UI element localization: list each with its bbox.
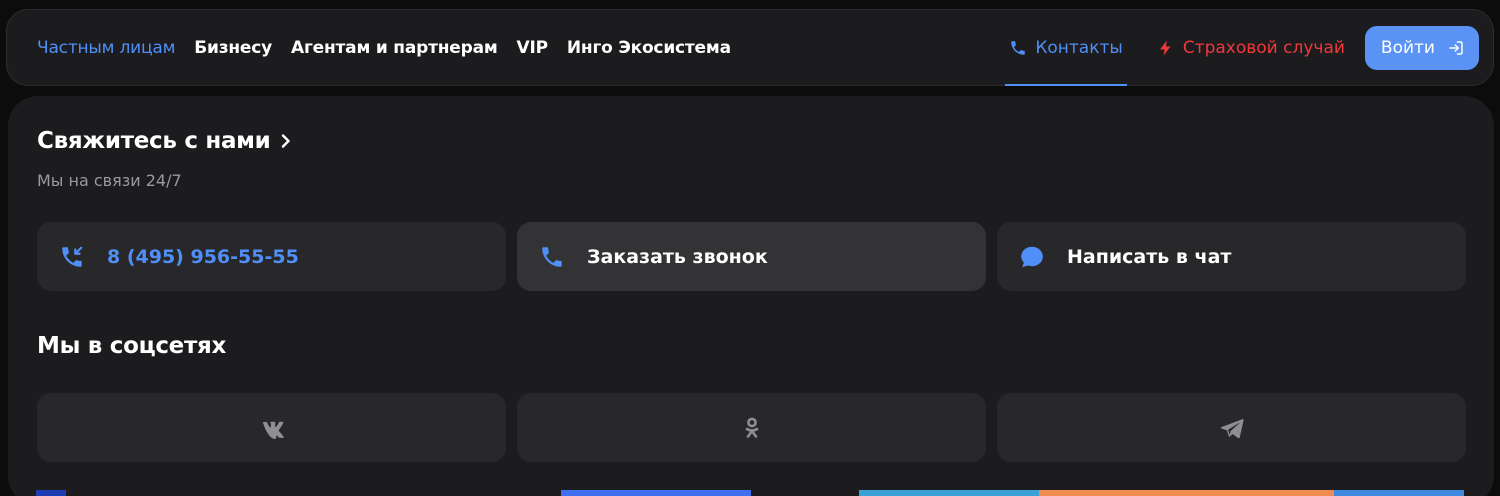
request-callback-label: Заказать звонок xyxy=(587,245,768,268)
login-arrow-icon xyxy=(1449,40,1463,55)
incoming-call-icon xyxy=(62,246,83,267)
insurance-claim-link[interactable]: Страховой случай xyxy=(1153,10,1349,85)
page: Частным лицам Бизнесу Агентам и партнера… xyxy=(0,0,1500,496)
insurance-claim-label: Страховой случай xyxy=(1182,37,1345,58)
login-label: Войти xyxy=(1380,37,1435,58)
contact-options: 8 (495) 956-55-55 Заказать звонок Написа… xyxy=(37,222,1466,291)
contacts-link[interactable]: Контакты xyxy=(1005,10,1127,86)
availability-subtitle: Мы на связи 24/7 xyxy=(37,171,182,190)
nav-link-vip[interactable]: VIP xyxy=(517,38,549,58)
nav-link-individuals[interactable]: Частным лицам xyxy=(37,38,175,58)
lightning-icon xyxy=(1159,40,1171,55)
active-tab-indicator xyxy=(1005,84,1127,86)
write-to-chat-button[interactable]: Написать в чат xyxy=(997,222,1466,291)
contacts-panel: Свяжитесь с нами Мы на связи 24/7 8 (495… xyxy=(8,96,1494,496)
odnoklassniki-link[interactable] xyxy=(517,393,986,462)
hotline-phone-card[interactable]: 8 (495) 956-55-55 xyxy=(37,222,506,291)
vk-link[interactable] xyxy=(37,393,506,462)
contact-us-title: Свяжитесь с нами xyxy=(37,128,271,154)
contacts-label: Контакты xyxy=(1035,37,1123,58)
hotline-phone-number: 8 (495) 956-55-55 xyxy=(107,245,299,268)
top-navigation: Частным лицам Бизнесу Агентам и партнера… xyxy=(6,9,1494,86)
promo-banners-edge xyxy=(36,490,1466,496)
login-button[interactable]: Войти xyxy=(1364,25,1479,70)
contact-us-heading[interactable]: Свяжитесь с нами xyxy=(37,128,293,154)
social-links xyxy=(37,393,1466,462)
chat-bubble-icon xyxy=(1021,246,1043,267)
nav-actions: Контакты Страховой случай Войти xyxy=(1005,10,1479,86)
main-menu: Частным лицам Бизнесу Агентам и партнера… xyxy=(37,38,731,58)
telegram-link[interactable] xyxy=(997,393,1466,462)
social-networks-heading: Мы в соцсетях xyxy=(37,333,227,359)
write-to-chat-label: Написать в чат xyxy=(1067,245,1232,268)
phone-icon xyxy=(1011,40,1026,55)
nav-link-business[interactable]: Бизнесу xyxy=(194,38,272,58)
nav-link-ecosystem[interactable]: Инго Экосистема xyxy=(567,38,731,58)
vk-icon xyxy=(262,421,284,439)
telegram-icon xyxy=(1220,418,1244,438)
nav-link-agents-partners[interactable]: Агентам и партнерам xyxy=(291,38,498,58)
phone-icon xyxy=(542,246,562,267)
request-callback-button[interactable]: Заказать звонок xyxy=(517,222,986,291)
odnoklassniki-icon xyxy=(745,417,758,438)
chevron-right-icon xyxy=(281,134,290,148)
